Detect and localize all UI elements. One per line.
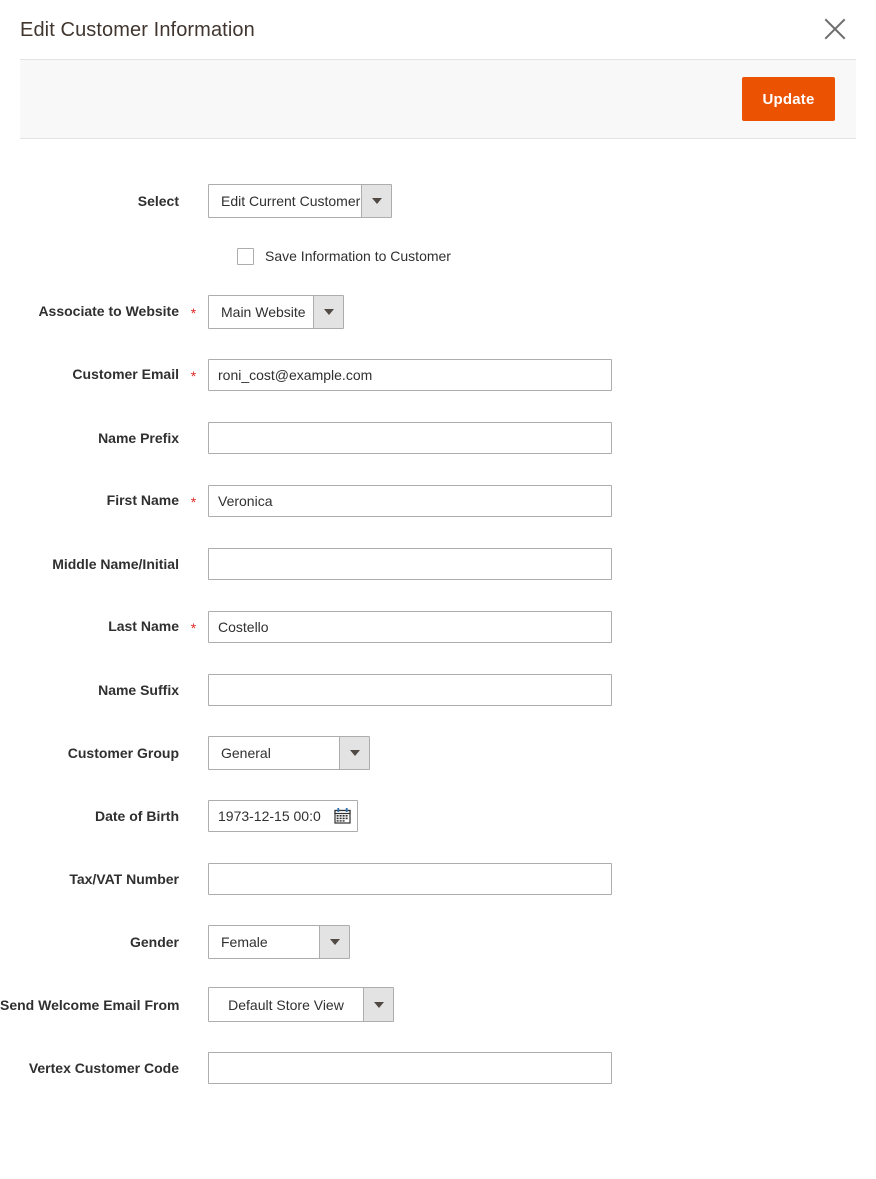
required-asterisk: * <box>179 495 208 509</box>
control-name-suffix <box>208 674 612 706</box>
label-vertex-code: Vertex Customer Code <box>0 1060 208 1076</box>
label-tax-vat-text: Tax/VAT Number <box>69 871 179 887</box>
first-name-input[interactable] <box>208 485 612 517</box>
control-name-prefix <box>208 422 612 454</box>
label-customer-email: Customer Email* <box>0 366 208 382</box>
required-asterisk: * <box>179 306 208 320</box>
control-tax-vat <box>208 863 612 895</box>
field-row-save-info: Save Information to Customer <box>0 232 876 280</box>
associate-website-select[interactable]: Main Website <box>208 295 344 329</box>
field-row-customer-group: Customer Group General <box>0 721 876 784</box>
label-middle-name: Middle Name/Initial <box>0 556 208 572</box>
control-first-name <box>208 485 612 517</box>
field-row-tax-vat: Tax/VAT Number <box>0 847 876 910</box>
tax-vat-input[interactable] <box>208 863 612 895</box>
field-row-welcome-email: Send Welcome Email From Default Store Vi… <box>0 973 876 1036</box>
label-customer-group: Customer Group <box>0 745 208 761</box>
label-welcome-email: Send Welcome Email From <box>0 997 208 1013</box>
label-name-suffix: Name Suffix <box>0 682 208 698</box>
control-vertex-code <box>208 1052 612 1084</box>
modal-action-toolbar: Update <box>20 59 856 139</box>
label-select-text: Select <box>138 193 179 209</box>
chevron-down-icon[interactable] <box>339 737 369 769</box>
label-name-prefix-text: Name Prefix <box>98 430 179 446</box>
customer-email-input[interactable] <box>208 359 612 391</box>
label-customer-email-text: Customer Email <box>72 366 179 382</box>
label-tax-vat: Tax/VAT Number <box>0 871 208 887</box>
control-date-of-birth <box>208 800 358 832</box>
field-row-first-name: First Name* <box>0 469 876 532</box>
page-title: Edit Customer Information <box>20 20 255 40</box>
save-info-checkbox[interactable] <box>237 248 254 265</box>
control-gender: Female <box>208 925 350 959</box>
select-dropdown-action-value: Edit Current Customer <box>209 185 361 217</box>
label-associate-website: Associate to Website* <box>0 303 208 319</box>
select-dropdown-action[interactable]: Edit Current Customer <box>208 184 392 218</box>
close-button[interactable] <box>814 8 856 50</box>
gender-select[interactable]: Female <box>208 925 350 959</box>
label-gender: Gender <box>0 934 208 950</box>
label-date-of-birth-text: Date of Birth <box>95 808 179 824</box>
field-row-customer-email: Customer Email* <box>0 343 876 406</box>
field-row-select: Select Edit Current Customer <box>0 169 876 232</box>
control-associate-website: Main Website <box>208 295 344 329</box>
field-row-name-suffix: Name Suffix <box>0 658 876 721</box>
label-first-name-text: First Name <box>107 492 179 508</box>
label-customer-group-text: Customer Group <box>68 745 179 761</box>
control-customer-group: General <box>208 736 370 770</box>
modal-header: Edit Customer Information <box>0 0 876 59</box>
label-first-name: First Name* <box>0 492 208 508</box>
field-row-name-prefix: Name Prefix <box>0 406 876 469</box>
chevron-down-icon[interactable] <box>313 296 343 328</box>
label-last-name: Last Name* <box>0 618 208 634</box>
customer-group-select[interactable]: General <box>208 736 370 770</box>
last-name-input[interactable] <box>208 611 612 643</box>
field-row-last-name: Last Name* <box>0 595 876 658</box>
middle-name-input[interactable] <box>208 548 612 580</box>
save-info-label[interactable]: Save Information to Customer <box>265 248 451 264</box>
update-button[interactable]: Update <box>742 77 835 121</box>
label-last-name-text: Last Name <box>108 618 179 634</box>
label-vertex-code-text: Vertex Customer Code <box>29 1060 179 1076</box>
label-welcome-email-text: Send Welcome Email From <box>0 997 179 1013</box>
control-middle-name <box>208 548 612 580</box>
label-middle-name-text: Middle Name/Initial <box>52 556 179 572</box>
calendar-icon[interactable] <box>334 808 351 824</box>
associate-website-value: Main Website <box>209 296 313 328</box>
close-icon <box>823 17 847 41</box>
customer-form: Select Edit Current Customer Save Inform… <box>0 139 876 1099</box>
field-row-date-of-birth: Date of Birth <box>0 784 876 847</box>
label-name-suffix-text: Name Suffix <box>98 682 179 698</box>
field-row-gender: Gender Female <box>0 910 876 973</box>
welcome-email-select[interactable]: Default Store View <box>208 987 394 1022</box>
control-last-name <box>208 611 612 643</box>
field-row-middle-name: Middle Name/Initial <box>0 532 876 595</box>
chevron-down-icon[interactable] <box>363 988 393 1021</box>
control-welcome-email: Default Store View <box>208 987 394 1022</box>
control-customer-email <box>208 359 612 391</box>
required-asterisk: * <box>179 369 208 383</box>
gender-value: Female <box>209 926 319 958</box>
vertex-code-input[interactable] <box>208 1052 612 1084</box>
label-date-of-birth: Date of Birth <box>0 808 208 824</box>
field-row-vertex-code: Vertex Customer Code <box>0 1036 876 1099</box>
name-prefix-input[interactable] <box>208 422 612 454</box>
label-gender-text: Gender <box>130 934 179 950</box>
label-name-prefix: Name Prefix <box>0 430 208 446</box>
chevron-down-icon[interactable] <box>319 926 349 958</box>
control-select: Edit Current Customer <box>208 184 392 218</box>
required-asterisk: * <box>179 621 208 635</box>
label-associate-website-text: Associate to Website <box>38 303 179 319</box>
date-of-birth-wrapper <box>208 800 358 832</box>
welcome-email-value: Default Store View <box>209 988 363 1021</box>
name-suffix-input[interactable] <box>208 674 612 706</box>
customer-group-value: General <box>209 737 339 769</box>
chevron-down-icon[interactable] <box>361 185 391 217</box>
field-row-associate-website: Associate to Website* Main Website <box>0 280 876 343</box>
label-select: Select <box>0 193 208 209</box>
